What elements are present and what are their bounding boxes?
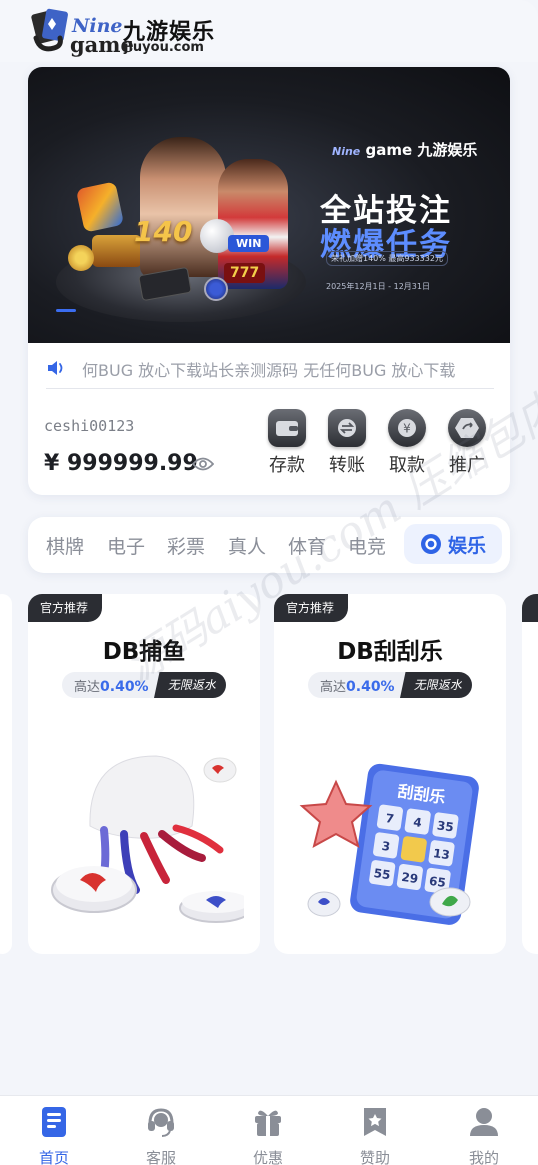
scratch-number: 29 [401,870,419,886]
deposit-label: 存款 [269,455,305,476]
rebate-rate: 高达0.40% [320,679,395,695]
rebate-tag: 高达0.40% 无限返水 [62,672,226,698]
tab-entertainment[interactable]: 娱乐 [404,524,502,564]
nav-sponsor[interactable]: 赞助 [340,1106,410,1165]
tab-entertainment-label: 娱乐 [447,534,486,557]
quick-actions: 存款 转账 ¥ 取款 推广 [262,409,502,479]
game-card-fishing[interactable]: 官方推荐 DB捕鱼 高达0.40% 无限返水 [28,594,260,954]
gift-icon [255,1110,281,1136]
withdraw-icon: ¥ [388,409,426,447]
cards-logo-icon [31,8,68,52]
game-card-scratch[interactable]: 官方推荐 DB刮刮乐 高达0.40% 无限返水 刮刮乐 7 4 35 3 13 … [274,594,506,954]
bottom-navigation: 首页 客服 优惠 赞助 我的 [0,1095,538,1165]
tab-live[interactable]: 真人 [228,532,266,559]
deposit-button[interactable]: 存款 [262,409,312,479]
brand-logo[interactable]: Nine game 九游娱乐 jiuyou.com [30,6,220,57]
headset-icon [148,1108,174,1137]
promo-banner[interactable]: 140 WIN 777 Nine game 九游娱乐 全站投注 燃爆任务 荣礼加… [28,67,510,343]
scratch-number: 13 [432,846,450,862]
logo-domain: jiuyou.com [124,40,204,55]
game-title: DB捕鱼 [102,639,186,665]
account-card: 140 WIN 777 Nine game 九游娱乐 全站投注 燃爆任务 荣礼加… [28,67,510,495]
rebate-rate: 高达0.40% [74,679,149,695]
banner-game-cube [75,181,125,233]
nav-home-label: 首页 [38,1149,69,1165]
scratch-number: 65 [428,874,446,890]
sponsor-icon [364,1108,386,1136]
recommend-badge: 官方推荐 [28,594,103,622]
balance: ¥ 999999.99 [44,451,198,476]
nav-home[interactable]: 首页 [19,1106,89,1165]
withdraw-label: 取款 [389,455,425,476]
tab-sports[interactable]: 体育 [288,532,326,559]
nav-service[interactable]: 客服 [126,1106,196,1165]
game-card-partial-right[interactable] [522,594,538,954]
banner-brand-game: game [365,141,413,159]
tab-slots[interactable]: 电子 [107,532,145,559]
rebate-label: 无限返水 [154,672,226,698]
username: ceshi00123 [44,417,135,435]
user-icon [470,1108,498,1136]
game-card-partial-left[interactable] [0,594,12,954]
home-icon [42,1107,66,1137]
wallet-icon [268,409,306,447]
banner-number: 140 [134,215,193,248]
nav-profile-label: 我的 [468,1149,499,1165]
scratch-card-illustration: 刮刮乐 7 4 35 3 13 55 29 65 [299,763,479,925]
rebate-label: 无限返水 [400,672,472,698]
speaker-icon [48,361,63,375]
notice-bar[interactable]: 何BUG 放心下载站长亲测源码 无任何BUG 放心下载 [46,351,494,389]
recommend-badge: 官方推荐 [274,594,349,622]
banner-brand-cn: 九游娱乐 [417,141,478,159]
banner-chip [68,245,94,271]
banner-coin [204,277,228,301]
tab-lottery[interactable]: 彩票 [167,532,205,559]
tab-esports[interactable]: 电竞 [348,532,386,559]
banner-slot-sevens: 777 [224,263,266,283]
scratch-number: 35 [436,818,454,834]
banner-brand: Nine game 九游娱乐 [332,139,477,160]
banner-win-tag: WIN [228,235,270,252]
category-tabs: 棋牌 电子 彩票 真人 体育 电竞 娱乐 [28,517,510,573]
promote-button[interactable]: 推广 [442,409,492,479]
game-title: DB刮刮乐 [337,639,443,665]
eye-icon[interactable] [192,456,214,472]
banner-date: 2025年12月1日 - 12月31日 [326,282,430,291]
nav-sponsor-label: 赞助 [359,1149,390,1165]
top-bar: Nine game 九游娱乐 jiuyou.com [0,0,538,62]
entertainment-icon [420,534,441,554]
share-icon [448,409,486,447]
banner-brand-nine: Nine [332,145,361,158]
recommend-badge [522,594,538,622]
withdraw-button[interactable]: ¥ 取款 [382,409,432,479]
banner-pagination-dot[interactable] [56,309,76,312]
rebate-tag: 高达0.40% 无限返水 [308,672,472,698]
scratch-number: 55 [373,866,391,882]
nav-promotions-label: 优惠 [252,1149,283,1165]
user-info: ceshi00123 ¥ 999999.99 [44,413,284,483]
notice-text: 何BUG 放心下载站长亲测源码 无任何BUG 放心下载 [82,361,456,380]
tab-chess[interactable]: 棋牌 [46,532,84,559]
nav-promotions[interactable]: 优惠 [233,1106,303,1165]
transfer-button[interactable]: 转账 [322,409,372,479]
transfer-icon [328,409,366,447]
nav-profile[interactable]: 我的 [449,1106,519,1165]
nav-service-label: 客服 [145,1149,176,1165]
svg-text:¥: ¥ [403,422,411,436]
promote-label: 推广 [449,455,485,476]
banner-model-figure [140,137,226,277]
banner-subtitle: 荣礼加赠140% 最高933332元 [326,251,448,266]
jellyfish-illustration [51,755,244,923]
transfer-label: 转账 [329,455,365,476]
